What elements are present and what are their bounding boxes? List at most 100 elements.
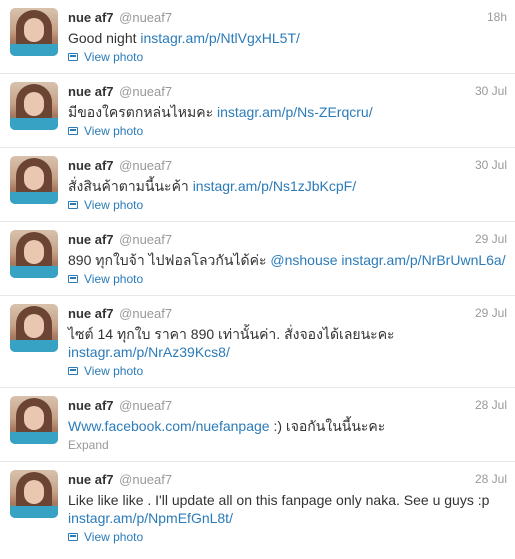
avatar-face-shape — [24, 314, 44, 338]
user-handle[interactable]: @nueaf7 — [119, 398, 172, 413]
tweet-text-body: มีของใครตกหล่นไหมคะ — [68, 104, 217, 120]
tweet-item[interactable]: nue af7 @nueaf7 30 Jul สั่งสินค้าตามนี้น… — [0, 148, 515, 222]
tweet-item[interactable]: nue af7 @nueaf7 28 Jul Like like like . … — [0, 462, 515, 554]
view-photo-label: View photo — [84, 272, 144, 286]
photo-icon — [68, 201, 78, 209]
tweet-text-body: สั่งสินค้าตามนี้นะค้า — [68, 178, 193, 194]
avatar[interactable] — [10, 470, 58, 518]
instagram-link[interactable]: instagr.am/p/NpmEfGnL8t/ — [68, 510, 233, 526]
tweet-text: มีของใครตกหล่นไหมคะ instagr.am/p/Ns-ZErq… — [68, 103, 507, 121]
tweet-header: nue af7 @nueaf7 — [68, 158, 507, 174]
tweet-content: nue af7 @nueaf7 30 Jul มีของใครตกหล่นไหม… — [68, 84, 507, 139]
view-photo-button[interactable]: View photo — [68, 49, 507, 65]
tweet-header: nue af7 @nueaf7 — [68, 306, 507, 322]
avatar-face-shape — [24, 240, 44, 264]
avatar-face-shape — [24, 166, 44, 190]
tweet-content: nue af7 @nueaf7 30 Jul สั่งสินค้าตามนี้น… — [68, 158, 507, 213]
view-photo-label: View photo — [84, 364, 144, 378]
view-photo-label: View photo — [84, 124, 144, 138]
tweet-content: nue af7 @nueaf7 18h Good night instagr.a… — [68, 10, 507, 65]
facebook-link[interactable]: Www.facebook.com/nuefanpage — [68, 418, 270, 434]
instagram-link[interactable]: instagr.am/p/Ns1zJbKcpF/ — [193, 178, 356, 194]
tweet-header: nue af7 @nueaf7 — [68, 232, 507, 248]
avatar[interactable] — [10, 8, 58, 56]
avatar-face-shape — [24, 92, 44, 116]
user-fullname[interactable]: nue af7 — [68, 84, 114, 99]
photo-icon — [68, 367, 78, 375]
tweet-time[interactable]: 28 Jul — [475, 472, 507, 486]
tweet-text-body: 890 ทุกใบจ้า ไปฟอลโลวกันได้ค่ะ — [68, 252, 271, 268]
tweet-header: nue af7 @nueaf7 — [68, 472, 507, 488]
avatar[interactable] — [10, 82, 58, 130]
tweet-content: nue af7 @nueaf7 28 Jul Www.facebook.com/… — [68, 398, 507, 453]
tweet-item[interactable]: nue af7 @nueaf7 18h Good night instagr.a… — [0, 0, 515, 74]
avatar-top-shape — [10, 44, 58, 56]
instagram-link[interactable]: instagr.am/p/NtlVgxHL5T/ — [140, 30, 300, 46]
user-fullname[interactable]: nue af7 — [68, 10, 114, 25]
tweet-time[interactable]: 30 Jul — [475, 84, 507, 98]
tweet-text: Good night instagr.am/p/NtlVgxHL5T/ — [68, 29, 507, 47]
user-handle[interactable]: @nueaf7 — [119, 472, 172, 487]
photo-icon — [68, 275, 78, 283]
tweet-item[interactable]: nue af7 @nueaf7 30 Jul มีของใครตกหล่นไหม… — [0, 74, 515, 148]
user-handle[interactable]: @nueaf7 — [119, 306, 172, 321]
mention-link[interactable]: @nshouse — [270, 252, 337, 268]
tweet-text: สั่งสินค้าตามนี้นะค้า instagr.am/p/Ns1zJ… — [68, 177, 507, 195]
tweet-text: Www.facebook.com/nuefanpage :) เจอกันในน… — [68, 417, 507, 435]
user-handle[interactable]: @nueaf7 — [119, 158, 172, 173]
tweet-timeline: nue af7 @nueaf7 18h Good night instagr.a… — [0, 0, 515, 559]
view-photo-label: View photo — [84, 530, 144, 544]
tweet-item[interactable]: nue af7 @nueaf7 28 Jul Www.facebook.com/… — [0, 388, 515, 462]
tweet-content: nue af7 @nueaf7 29 Jul ไซต์ 14 ทุกใบ ราค… — [68, 306, 507, 379]
tweet-header: nue af7 @nueaf7 — [68, 10, 507, 26]
avatar-face-shape — [24, 18, 44, 42]
expand-button[interactable]: Expand — [68, 437, 507, 453]
instagram-link[interactable]: instagr.am/p/Ns-ZErqcru/ — [217, 104, 373, 120]
expand-label: Expand — [68, 438, 109, 452]
avatar-face-shape — [24, 480, 44, 504]
tweet-text: ไซต์ 14 ทุกใบ ราคา 890 เท่านั้นค่า. สั่ง… — [68, 325, 507, 361]
tweet-time[interactable]: 30 Jul — [475, 158, 507, 172]
avatar-top-shape — [10, 118, 58, 130]
tweet-text-body: Good night — [68, 30, 141, 46]
tweet-text-body: :) เจอกันในนี้นะคะ — [269, 418, 386, 434]
user-handle[interactable]: @nueaf7 — [119, 84, 172, 99]
instagram-link[interactable]: instagr.am/p/NrBrUwnL6a/ — [341, 252, 505, 268]
tweet-header: nue af7 @nueaf7 — [68, 84, 507, 100]
view-photo-button[interactable]: View photo — [68, 197, 507, 213]
avatar[interactable] — [10, 156, 58, 204]
user-fullname[interactable]: nue af7 — [68, 472, 114, 487]
tweet-time[interactable]: 29 Jul — [475, 232, 507, 246]
avatar-face-shape — [24, 406, 44, 430]
tweet-time[interactable]: 18h — [487, 10, 507, 24]
photo-icon — [68, 127, 78, 135]
avatar-top-shape — [10, 432, 58, 444]
view-photo-button[interactable]: View photo — [68, 363, 507, 379]
tweet-item[interactable]: nue af7 @nueaf7 29 Jul ไซต์ 14 ทุกใบ ราค… — [0, 296, 515, 388]
user-fullname[interactable]: nue af7 — [68, 398, 114, 413]
tweet-text: Like like like . I'll update all on this… — [68, 491, 507, 527]
user-fullname[interactable]: nue af7 — [68, 158, 114, 173]
tweet-time[interactable]: 29 Jul — [475, 306, 507, 320]
avatar-top-shape — [10, 192, 58, 204]
avatar-top-shape — [10, 506, 58, 518]
tweet-text-body: Like like like . I'll update all on this… — [68, 492, 490, 508]
user-fullname[interactable]: nue af7 — [68, 232, 114, 247]
user-handle[interactable]: @nueaf7 — [119, 232, 172, 247]
view-photo-button[interactable]: View photo — [68, 271, 507, 287]
photo-icon — [68, 533, 78, 541]
user-handle[interactable]: @nueaf7 — [119, 10, 172, 25]
user-fullname[interactable]: nue af7 — [68, 306, 114, 321]
avatar-top-shape — [10, 340, 58, 352]
view-photo-button[interactable]: View photo — [68, 123, 507, 139]
view-photo-button[interactable]: View photo — [68, 529, 507, 545]
tweet-text-body: ไซต์ 14 ทุกใบ ราคา 890 เท่านั้นค่า. สั่ง… — [68, 326, 395, 342]
tweet-time[interactable]: 28 Jul — [475, 398, 507, 412]
instagram-link[interactable]: instagr.am/p/NrAz39Kcs8/ — [68, 344, 230, 360]
avatar[interactable] — [10, 230, 58, 278]
avatar[interactable] — [10, 304, 58, 352]
tweet-header: nue af7 @nueaf7 — [68, 398, 507, 414]
view-photo-label: View photo — [84, 198, 144, 212]
avatar[interactable] — [10, 396, 58, 444]
tweet-item[interactable]: nue af7 @nueaf7 29 Jul 890 ทุกใบจ้า ไปฟอ… — [0, 222, 515, 296]
